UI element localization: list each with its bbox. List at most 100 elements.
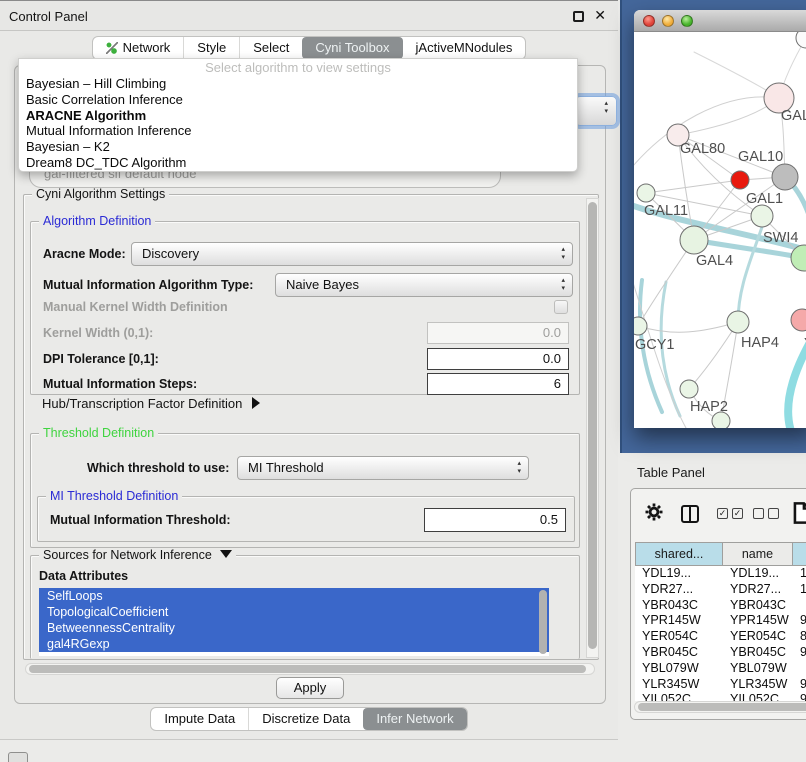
table-cell[interactable]: 9 — [793, 692, 806, 701]
hub-definition-toggle[interactable]: Hub/Transcription Factor Definition — [42, 396, 260, 411]
which-threshold-combo[interactable]: MI Threshold ▴▾ — [237, 456, 529, 480]
network-node[interactable] — [772, 164, 798, 190]
data-attribute-betweennesscentrality[interactable]: BetweennessCentrality — [39, 620, 549, 636]
table-cell[interactable]: YBR043C — [723, 598, 793, 614]
network-edge[interactable] — [646, 180, 740, 193]
table-horizontal-scrollbar-thumb[interactable] — [638, 703, 806, 711]
sources-group: Sources for Network Inference Data Attri… — [30, 555, 580, 659]
sources-toggle[interactable]: Sources for Network Inference — [39, 548, 236, 563]
network-node[interactable] — [727, 311, 749, 333]
network-node[interactable] — [751, 205, 773, 227]
network-edge[interactable] — [638, 322, 738, 332]
table-cell[interactable]: YBR043C — [635, 598, 723, 614]
network-node[interactable] — [731, 171, 749, 189]
tab-label: Infer Network — [376, 708, 453, 730]
data-attribute-topologicalcoefficient[interactable]: TopologicalCoefficient — [39, 604, 549, 620]
network-node[interactable] — [634, 317, 647, 335]
table-cell[interactable]: 9. — [793, 677, 806, 693]
algorithm-option-bayesian-hill-climbing[interactable]: Bayesian – Hill Climbing — [19, 76, 577, 92]
kernel-width-field[interactable]: 0.0 — [427, 322, 569, 344]
table-cell[interactable]: YBL079W — [635, 661, 723, 677]
table-cell[interactable]: YLR345W — [635, 677, 723, 693]
algorithm-option-bayesian-k2[interactable]: Bayesian – K2 — [19, 139, 577, 155]
table-cell[interactable] — [793, 598, 806, 614]
data-attributes-list[interactable]: SelfLoopsTopologicalCoefficientBetweenne… — [39, 588, 549, 656]
network-edge[interactable] — [689, 322, 738, 389]
table-cell[interactable]: YPR145W — [723, 613, 793, 629]
focused-combo-fragment[interactable]: ▴▾ — [575, 96, 617, 126]
network-node[interactable] — [680, 380, 698, 398]
manual-kernel-checkbox[interactable] — [554, 300, 568, 314]
table-cell[interactable]: YDL19... — [723, 566, 793, 582]
columns-icon[interactable] — [681, 505, 699, 523]
table-cell[interactable]: YBL079W — [723, 661, 793, 677]
table-cell[interactable] — [793, 661, 806, 677]
table-row: YBL079WYBL079W — [635, 661, 806, 677]
algorithm-option-dream8-dc-tdc-algorithm[interactable]: Dream8 DC_TDC Algorithm — [19, 155, 577, 171]
tab-cyni-toolbox[interactable]: Cyni Toolbox — [302, 37, 402, 59]
collapsed-overview-widget[interactable] — [8, 752, 28, 762]
table-cell[interactable]: YER054C — [635, 629, 723, 645]
settings-vertical-scrollbar[interactable] — [586, 198, 599, 658]
gear-icon[interactable] — [644, 502, 664, 522]
table-cell[interactable]: YER054C — [723, 629, 793, 645]
apply-button[interactable]: Apply — [276, 677, 344, 699]
table-cell[interactable]: YPR145W — [635, 613, 723, 629]
aracne-mode-combo[interactable]: Discovery ▴▾ — [131, 242, 573, 266]
network-node[interactable] — [796, 32, 806, 48]
data-attribute-gal4rgexp[interactable]: gal4RGexp — [39, 636, 549, 652]
table-cell[interactable]: 13 — [793, 566, 806, 582]
algorithm-option-aracne-algorithm[interactable]: ARACNE Algorithm — [19, 108, 577, 124]
tab-style[interactable]: Style — [183, 37, 239, 59]
table-cell[interactable]: YIL052C — [723, 692, 793, 701]
column-header-a[interactable]: A — [793, 542, 806, 566]
dpi-tolerance-field[interactable]: 0.0 — [427, 348, 569, 370]
table-cell[interactable]: YBR045C — [635, 645, 723, 661]
float-panel-icon[interactable] — [573, 11, 584, 22]
table-cell[interactable]: 8. — [793, 629, 806, 645]
tab-network[interactable]: Network — [93, 37, 184, 59]
network-edge[interactable] — [738, 227, 762, 322]
bottom-tab-infer-network[interactable]: Infer Network — [363, 708, 466, 730]
settings-horizontal-scrollbar-thumb[interactable] — [29, 665, 586, 673]
bottom-tab-impute-data[interactable]: Impute Data — [151, 708, 248, 730]
algorithm-option-basic-correlation-inference[interactable]: Basic Correlation Inference — [19, 92, 577, 108]
mac-zoom-button[interactable] — [681, 15, 693, 27]
network-canvas[interactable]: GALGAL80GAL10GAL1GAL11SWI4GAL4GCY1HAP4YH… — [634, 32, 806, 428]
data-attribute-selfloops[interactable]: SelfLoops — [39, 588, 549, 604]
list-scrollbar[interactable] — [538, 590, 548, 654]
checked-pair-icon[interactable]: ✓ ✓ — [717, 508, 743, 519]
settings-horizontal-scrollbar[interactable] — [25, 663, 595, 675]
tab-jactivemnodules[interactable]: jActiveMNodules — [403, 37, 526, 59]
mi-threshold-definition-title: MI Threshold Definition — [46, 489, 182, 504]
column-header-shared[interactable]: shared... — [635, 542, 723, 566]
network-node[interactable] — [680, 226, 708, 254]
table-cell[interactable]: YIL052C — [635, 692, 723, 701]
table-cell[interactable]: 9. — [793, 613, 806, 629]
bottom-tab-discretize-data[interactable]: Discretize Data — [248, 708, 363, 730]
tab-select[interactable]: Select — [239, 37, 302, 59]
table-cell[interactable]: 9. — [793, 645, 806, 661]
document-icon[interactable] — [793, 501, 806, 525]
table-cell[interactable]: YDR27... — [723, 582, 793, 598]
table-cell[interactable]: YBR045C — [723, 645, 793, 661]
mi-type-combo[interactable]: Naive Bayes ▴▾ — [275, 273, 573, 297]
table-cell[interactable]: 12 — [793, 582, 806, 598]
network-node[interactable] — [637, 184, 655, 202]
mi-steps-field[interactable]: 6 — [427, 373, 569, 395]
unchecked-pair-icon[interactable] — [753, 508, 779, 519]
column-header-name[interactable]: name — [723, 542, 793, 566]
settings-vertical-scrollbar-thumb[interactable] — [588, 202, 597, 649]
mac-close-button[interactable] — [643, 15, 655, 27]
table-cell[interactable]: YDL19... — [635, 566, 723, 582]
close-icon[interactable]: ✕ — [594, 7, 606, 24]
table-cell[interactable]: YDR27... — [635, 582, 723, 598]
mac-minimize-button[interactable] — [662, 15, 674, 27]
table-horizontal-scrollbar[interactable] — [634, 701, 806, 713]
table-cell[interactable]: YLR345W — [723, 677, 793, 693]
algorithm-option-mutual-information-inference[interactable]: Mutual Information Inference — [19, 123, 577, 139]
list-scrollbar-thumb[interactable] — [539, 590, 547, 654]
mi-threshold-field[interactable]: 0.5 — [424, 508, 566, 532]
control-panel-titlebar: Control Panel ✕ — [0, 1, 618, 31]
network-node[interactable] — [791, 309, 806, 331]
